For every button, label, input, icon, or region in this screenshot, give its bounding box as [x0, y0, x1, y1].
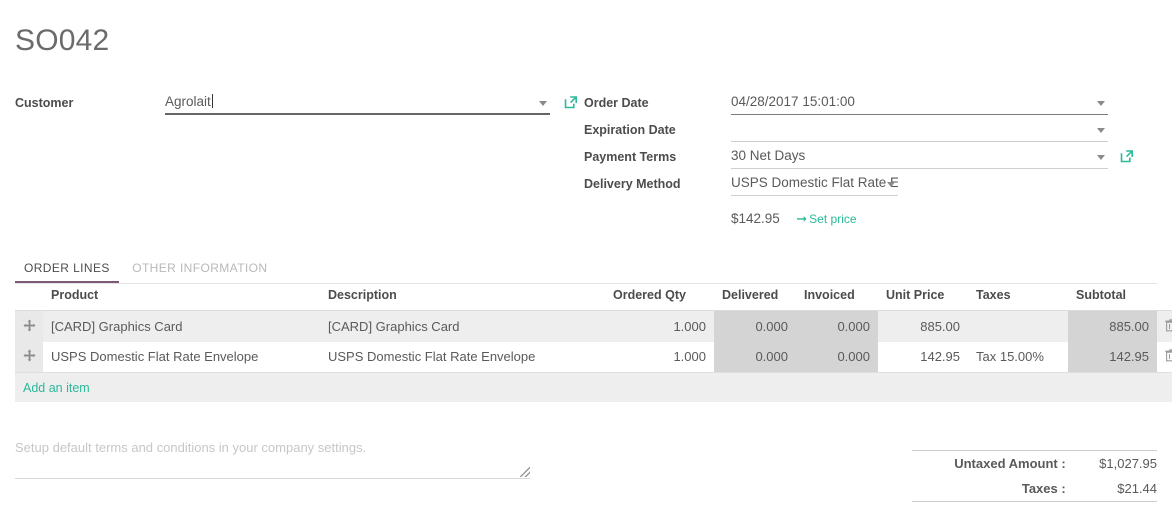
- total-row-untaxed: Untaxed Amount : $1,027.95: [912, 451, 1157, 476]
- table-header-row: Product Description Ordered Qty Delivere…: [15, 288, 1172, 311]
- cell-ordered-qty[interactable]: 1.000: [605, 341, 714, 373]
- header-unit-price: Unit Price: [878, 288, 968, 311]
- terms-underline: [15, 467, 530, 479]
- header-delete-spacer: [1157, 288, 1172, 311]
- order-date-value: 04/28/2017 15:01:00: [731, 94, 855, 109]
- delivery-price-amount: $142.95: [731, 211, 780, 226]
- cell-invoiced: 0.000: [796, 310, 878, 342]
- header-subtotal: Subtotal: [1068, 288, 1157, 311]
- tab-bar: ORDER LINES OTHER INFORMATION: [15, 259, 1157, 284]
- trash-icon: [1165, 349, 1172, 365]
- resize-handle-icon[interactable]: [520, 467, 530, 477]
- chevron-down-icon[interactable]: [1097, 128, 1105, 133]
- table-row[interactable]: USPS Domestic Flat Rate Envelope USPS Do…: [15, 341, 1172, 373]
- order-date-input[interactable]: 04/28/2017 15:01:00: [731, 92, 1108, 115]
- form-right-column: Order Date 04/28/2017 15:01:00 Expiratio…: [584, 92, 1159, 230]
- payment-terms-label: Payment Terms: [584, 150, 677, 164]
- cell-unit-price[interactable]: 142.95: [878, 341, 968, 373]
- cell-invoiced: 0.000: [796, 341, 878, 373]
- header-product: Product: [43, 288, 320, 311]
- text-caret: [211, 94, 213, 108]
- expiration-date-input[interactable]: [731, 119, 1108, 142]
- chevron-down-icon[interactable]: [1097, 101, 1105, 106]
- add-item-cell: Add an item: [15, 372, 1172, 403]
- external-link-icon-customer[interactable]: [564, 95, 578, 109]
- field-row-customer: Customer Agrolait: [15, 92, 578, 119]
- tab-order-lines[interactable]: ORDER LINES: [15, 261, 119, 283]
- terms-and-conditions-field[interactable]: Setup default terms and conditions in yo…: [15, 440, 530, 479]
- cell-unit-price[interactable]: 885.00: [878, 310, 968, 342]
- sales-order-form: SO042 Customer Agrolait Order Date 04/28…: [0, 0, 1172, 505]
- total-row-taxes: Taxes : $21.44: [912, 476, 1157, 502]
- cell-subtotal: 142.95: [1068, 341, 1157, 373]
- delivery-method-value: USPS Domestic Flat Rate Envelope: [731, 175, 898, 190]
- header-ordered-qty: Ordered Qty: [605, 288, 714, 311]
- totals-panel: Untaxed Amount : $1,027.95 Taxes : $21.4…: [912, 450, 1157, 502]
- field-row-expiration-date: Expiration Date: [584, 119, 1159, 146]
- payment-terms-value: 30 Net Days: [731, 148, 806, 163]
- header-invoiced: Invoiced: [796, 288, 878, 311]
- delivery-price-row: $142.95 ➞ Set price: [584, 210, 1159, 230]
- cell-description[interactable]: USPS Domestic Flat Rate Envelope: [320, 341, 605, 373]
- row-delete-button[interactable]: [1157, 310, 1172, 342]
- expiration-date-label: Expiration Date: [584, 123, 676, 137]
- header-description: Description: [320, 288, 605, 311]
- row-delete-button[interactable]: [1157, 341, 1172, 373]
- terms-placeholder: Setup default terms and conditions in yo…: [15, 440, 367, 455]
- taxes-total-value: $21.44: [1079, 476, 1157, 502]
- row-drag-handle[interactable]: [15, 341, 43, 373]
- cell-taxes[interactable]: [968, 310, 1068, 342]
- untaxed-amount-label: Untaxed Amount :: [954, 456, 1066, 471]
- delivery-method-label: Delivery Method: [584, 177, 681, 191]
- chevron-down-icon[interactable]: [887, 182, 895, 187]
- payment-terms-input[interactable]: 30 Net Days: [731, 146, 1108, 169]
- cell-delivered: 0.000: [714, 310, 796, 342]
- page-title: SO042: [15, 24, 110, 57]
- order-date-field-wrap: 04/28/2017 15:01:00: [731, 92, 1108, 115]
- external-link-icon-payment-terms[interactable]: [1120, 149, 1134, 163]
- form-left-column: Customer Agrolait: [15, 92, 578, 119]
- row-drag-handle[interactable]: [15, 310, 43, 342]
- customer-label: Customer: [15, 96, 74, 110]
- cell-product[interactable]: [CARD] Graphics Card: [43, 310, 320, 342]
- trash-icon: [1165, 318, 1172, 335]
- customer-field-wrap: Agrolait: [165, 92, 550, 115]
- cell-taxes[interactable]: Tax 15.00%: [968, 341, 1068, 373]
- set-price-link[interactable]: ➞ Set price: [796, 211, 857, 226]
- cell-subtotal: 885.00: [1068, 310, 1157, 342]
- delivery-method-input[interactable]: USPS Domestic Flat Rate Envelope: [731, 173, 898, 196]
- header-taxes: Taxes: [968, 288, 1068, 311]
- delivery-method-field-wrap: USPS Domestic Flat Rate Envelope: [731, 173, 898, 196]
- cell-ordered-qty[interactable]: 1.000: [605, 310, 714, 342]
- order-date-label: Order Date: [584, 96, 649, 110]
- add-item-link[interactable]: Add an item: [23, 381, 90, 395]
- table-row[interactable]: [CARD] Graphics Card [CARD] Graphics Car…: [15, 310, 1172, 342]
- untaxed-amount-value: $1,027.95: [1099, 456, 1157, 471]
- cell-delivered: 0.000: [714, 341, 796, 373]
- move-icon: [23, 319, 36, 335]
- cell-product[interactable]: USPS Domestic Flat Rate Envelope: [43, 341, 320, 373]
- chevron-down-icon[interactable]: [539, 101, 547, 106]
- arrow-right-icon: ➞: [796, 211, 808, 226]
- field-row-payment-terms: Payment Terms 30 Net Days: [584, 146, 1159, 173]
- field-row-order-date: Order Date 04/28/2017 15:01:00: [584, 92, 1159, 119]
- payment-terms-field-wrap: 30 Net Days: [731, 146, 1108, 169]
- field-row-delivery-method: Delivery Method USPS Domestic Flat Rate …: [584, 173, 1159, 200]
- customer-input[interactable]: Agrolait: [165, 92, 550, 115]
- header-handle-spacer: [15, 288, 43, 311]
- cell-description[interactable]: [CARD] Graphics Card: [320, 310, 605, 342]
- chevron-down-icon[interactable]: [1097, 155, 1105, 160]
- customer-value: Agrolait: [165, 94, 211, 109]
- taxes-total-label: Taxes :: [912, 476, 1080, 502]
- order-lines-table: Product Description Ordered Qty Delivere…: [15, 288, 1172, 403]
- add-item-row[interactable]: Add an item: [15, 372, 1172, 403]
- move-icon: [23, 349, 36, 365]
- set-price-label: Set price: [809, 212, 857, 226]
- expiration-date-field-wrap: [731, 119, 1108, 142]
- tab-other-information[interactable]: OTHER INFORMATION: [123, 261, 276, 281]
- header-delivered: Delivered: [714, 288, 796, 311]
